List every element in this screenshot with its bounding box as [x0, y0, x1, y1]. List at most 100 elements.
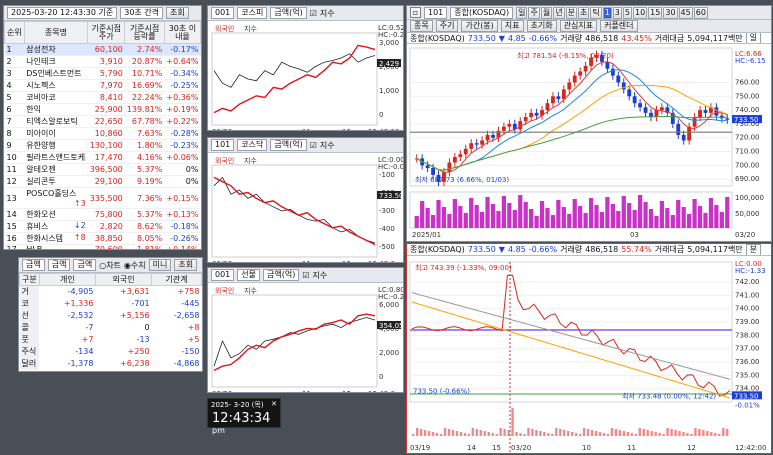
- unit-select-3[interactable]: 금액: [73, 259, 97, 271]
- period-button[interactable]: 주: [528, 6, 540, 19]
- mini-market-select[interactable]: 코스피: [237, 7, 268, 19]
- col-chg[interactable]: 기준시점 등락률: [124, 21, 165, 44]
- period-button[interactable]: 틱: [590, 6, 602, 19]
- table-row[interactable]: 6 한익 25,900 139.81% +0.19%: [4, 103, 201, 116]
- daily-end-date: 03/20: [735, 231, 755, 239]
- price-cell: 22,650: [87, 115, 125, 128]
- mini-market-select[interactable]: 코스닥: [237, 139, 268, 151]
- mini-index-checkbox[interactable]: ☑: [302, 271, 309, 280]
- period-button[interactable]: 3: [612, 6, 622, 19]
- mini-unit-select[interactable]: 금액(억): [270, 139, 307, 151]
- volume-bar: [627, 203, 632, 228]
- mini-code-input[interactable]: 101: [211, 139, 235, 151]
- mini-price-text: 2,429: [379, 60, 399, 68]
- code-input[interactable]: 101: [424, 6, 448, 19]
- period-button[interactable]: 30: [663, 6, 678, 19]
- candle-body: [725, 118, 730, 120]
- unit-select-2[interactable]: 금액: [47, 259, 71, 271]
- name-text: 티엑스알로보틱: [26, 117, 78, 126]
- intra-min-label: 최저 733.48 (0.00%, 12:42): [622, 392, 716, 401]
- calendar-button[interactable]: 커플렌더: [600, 20, 638, 32]
- period-button[interactable]: 일: [516, 6, 528, 19]
- daily-candle-chart[interactable]: 760.00750.00740.00730.00720.00710.00700.…: [407, 44, 771, 240]
- reset-button[interactable]: 초기화: [526, 20, 557, 32]
- col-d30[interactable]: 30초 이내율: [163, 21, 201, 44]
- mini-line-chart[interactable]: 외국인지수LC:0.52HC:-0.213,0002,0001,00002,42…: [208, 21, 403, 130]
- candle-body: [638, 103, 643, 108]
- table-row[interactable]: 7 티엑스알로보틱 22,650 67.78% +0.22%: [4, 115, 201, 128]
- mini-unit-select[interactable]: 금액(억): [270, 7, 307, 19]
- unit-select-1[interactable]: 금액: [22, 259, 45, 271]
- mini-code-input[interactable]: 001: [211, 7, 235, 19]
- period-button[interactable]: 5: [622, 6, 632, 19]
- table-row[interactable]: 13 POSCO홀딩스 ↑3 335,500 7.36% +0.15%: [4, 187, 201, 209]
- table-row[interactable]: 1 삼성전자 60,100 2.74% -0.17%: [4, 43, 201, 56]
- col-price[interactable]: 기준시점 주가: [87, 21, 126, 44]
- volume-bar: [556, 200, 561, 228]
- mini-line-chart[interactable]: 외국인지수LC:0.80HC:-0.276,0004,0002,0000354.…: [208, 283, 403, 392]
- period-button[interactable]: 분: [565, 6, 577, 19]
- subtool-range[interactable]: 가간(봉): [461, 20, 498, 32]
- period-button[interactable]: 45: [678, 6, 693, 19]
- mini-market-select[interactable]: 선물: [237, 269, 261, 281]
- period-select[interactable]: 30초 간격: [120, 7, 164, 19]
- close-icon[interactable]: ✕: [271, 400, 277, 410]
- period-button[interactable]: 60: [693, 6, 708, 19]
- mini-line-chart[interactable]: 외국인지수LC:0.00HC:-0.01-100-200-300-400-500…: [208, 153, 403, 262]
- window-icon[interactable]: ▫: [410, 7, 421, 18]
- table-row[interactable]: 2 나인테크 3,910 20.87% +0.64%: [4, 55, 201, 68]
- rank-table: 순위 종목명 기준시점 주가 기준시점 등락률 30초 이내율 1 삼성전자 60,…: [4, 21, 201, 249]
- daily-ytick: 740.00: [735, 106, 760, 114]
- col-name[interactable]: 종목명: [23, 21, 89, 44]
- intraday-line-chart[interactable]: 742.00 741.00 740.00 739.00 738.00 737.00 736.…: [407, 256, 771, 453]
- name-field[interactable]: 종합(KOSDAQ): [450, 6, 514, 19]
- radio-chart[interactable]: ○차트: [99, 260, 121, 271]
- query-button[interactable]: 조회: [166, 7, 189, 19]
- subtool-item[interactable]: 종목: [410, 20, 433, 32]
- rank-cell: 13: [4, 187, 25, 209]
- name-cell: 실리콘투: [24, 175, 88, 188]
- period-button[interactable]: 초: [577, 6, 590, 19]
- radio-value[interactable]: ◉수치: [124, 260, 146, 271]
- volume-bar: [616, 211, 621, 228]
- mini-xtick: 12: [342, 390, 351, 392]
- period-button[interactable]: 년: [553, 6, 565, 19]
- mini-code-input[interactable]: 001: [211, 269, 235, 281]
- chg-cell: 8.62%: [124, 220, 165, 233]
- mini-unit-select[interactable]: 금액(억): [263, 269, 300, 281]
- mini-index-checkbox[interactable]: ☑: [310, 9, 317, 18]
- mini-button[interactable]: 미니: [148, 259, 172, 271]
- intraday-chart-panel: 종합(KOSDAQ) 733.50 ▼ 4.85 -0.66% 거래량 486,…: [406, 243, 772, 454]
- subtool-indicator[interactable]: 지표: [500, 20, 524, 32]
- period-button[interactable]: 15: [648, 6, 663, 19]
- table-row[interactable]: 10 필라트스앤드토케 17,470 4.16% +0.06%: [4, 151, 201, 164]
- table-row[interactable]: 9 유한양행 130,100 1.80% -0.23%: [4, 139, 201, 152]
- period-button[interactable]: 1: [602, 6, 612, 19]
- table-row[interactable]: 11 알테오젠 396,500 5.37% 0%: [4, 163, 201, 176]
- mini-index-checkbox[interactable]: ☑: [310, 141, 317, 150]
- col-rank[interactable]: 순위: [4, 21, 25, 44]
- mini-xtick: 11: [302, 390, 311, 392]
- period-button[interactable]: 10: [632, 6, 648, 19]
- clock-time: 12:43:34: [212, 411, 271, 426]
- name-cell: 한화시스템 ↑8: [24, 232, 88, 245]
- table-row[interactable]: 3 DS인베스트먼트 5,790 10.71% -0.34%: [4, 67, 201, 80]
- clock-ampm: pm: [212, 426, 225, 435]
- info-name: 종합(KOSDAQ): [410, 33, 465, 43]
- subtool-cycle[interactable]: 주기: [435, 20, 459, 32]
- rank-panel: 2025-03-20 12:43:30 기준 30초 간격 조회 순위 종목명 …: [3, 5, 202, 250]
- intra-ytick: 739.00: [735, 318, 760, 326]
- table-row[interactable]: 4 시노펙스 7,970 16.69% -0.25%: [4, 79, 201, 92]
- table-row[interactable]: 17 HLB 70,600 1.81% +0.14%: [4, 244, 201, 249]
- table-row[interactable]: 15 휴비스 ↓2 2,820 8.62% -0.18%: [4, 220, 201, 233]
- period-button[interactable]: 월: [540, 6, 553, 19]
- table-row[interactable]: 14 한화오션 75,800 5.37% +0.13%: [4, 208, 201, 221]
- table-row[interactable]: 12 실리콘투 29,100 9.19% 0%: [4, 175, 201, 188]
- name-text: POSCO홀딩스: [26, 189, 77, 198]
- table-row[interactable]: 8 미아이이 10,860 7.63% -0.28%: [4, 127, 201, 140]
- table-row[interactable]: 16 한화시스템 ↑8 38,850 8.05% -0.26%: [4, 232, 201, 245]
- date-field[interactable]: 2025-03-20 12:43:30 기준: [7, 7, 118, 19]
- watch-indicator-button[interactable]: 관심지표: [559, 20, 598, 32]
- investor-query-button[interactable]: 조회: [174, 259, 198, 271]
- table-row[interactable]: 5 코비아코 8,410 22.24% +0.36%: [4, 91, 201, 104]
